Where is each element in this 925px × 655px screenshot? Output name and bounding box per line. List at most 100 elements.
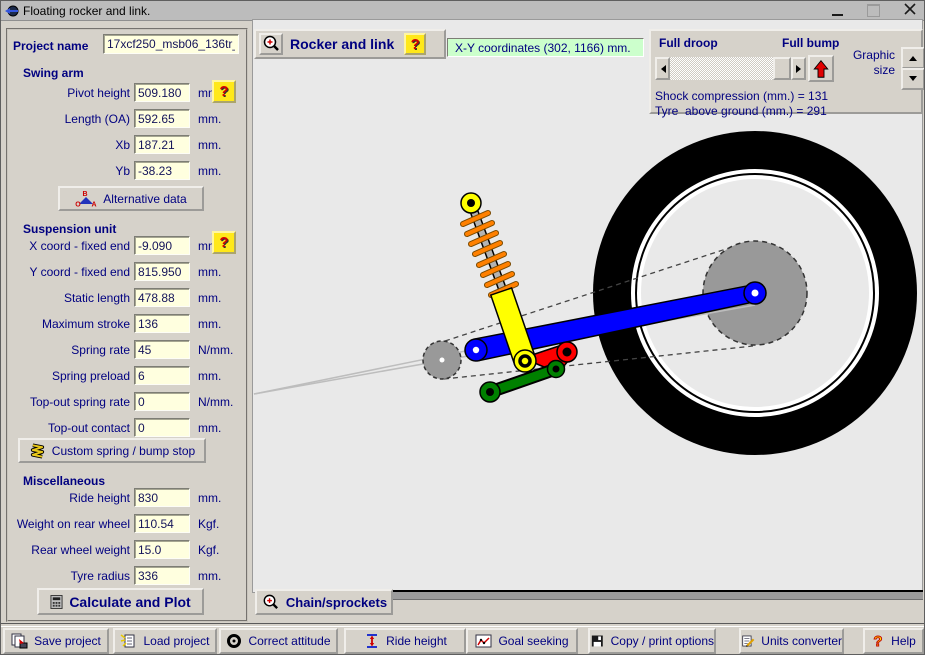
yb-input[interactable] <box>134 161 190 180</box>
field-label: Maximum stroke <box>8 317 130 331</box>
suspension-help-button[interactable]: ? <box>212 231 236 254</box>
length-oa-input[interactable] <box>134 109 190 128</box>
chain-sprockets-button[interactable]: Chain/sprockets <box>255 589 393 615</box>
magnifier-icon <box>261 593 280 612</box>
suspension-unit-header: Suspension unit <box>23 222 116 236</box>
swing-arm-help-button[interactable]: ? <box>212 80 236 103</box>
unit-label: mm. <box>198 491 221 505</box>
alternative-data-label: Alternative data <box>103 192 186 206</box>
field-label: Ride height <box>8 491 130 505</box>
ride-height-button[interactable]: Ride height <box>344 628 466 654</box>
unit-label: mm. <box>198 317 221 331</box>
left-arrow-icon <box>657 65 666 73</box>
size-down-button[interactable] <box>901 68 925 90</box>
scroll-left-button[interactable] <box>655 57 670 80</box>
project-name-input[interactable] <box>103 34 239 54</box>
close-button[interactable] <box>904 2 916 20</box>
maximize-button[interactable] <box>867 4 880 17</box>
xb-input[interactable] <box>134 135 190 154</box>
question-icon: ? <box>411 36 420 53</box>
field-label: Pivot height <box>8 86 130 100</box>
field-row: Ride height mm. <box>6 488 248 509</box>
correct-attitude-button[interactable]: Correct attitude <box>219 628 338 654</box>
units-converter-icon <box>741 633 755 649</box>
unit-label: Kgf. <box>198 517 219 531</box>
chain-sprockets-label: Chain/sprockets <box>286 595 387 610</box>
down-arrow-icon <box>909 76 917 85</box>
units-converter-button[interactable]: Units converter <box>739 628 844 654</box>
field-row: Static length mm. <box>6 288 248 309</box>
unit-label: mm. <box>198 291 221 305</box>
field-label: Spring rate <box>8 343 130 357</box>
rear-wheel-weight-on-input[interactable] <box>134 514 190 533</box>
up-arrow-icon <box>909 52 917 61</box>
swing-arm-header: Swing arm <box>23 66 84 80</box>
alternative-data-button[interactable]: B O A Alternative data <box>58 186 204 211</box>
unit-label: mm. <box>198 265 221 279</box>
topout-contact-input[interactable] <box>134 418 190 437</box>
help-label: Help <box>891 634 916 648</box>
svg-text:B: B <box>83 191 88 198</box>
floppy-disk-icon <box>590 633 605 649</box>
goal-seeking-button[interactable]: Goal seeking <box>466 628 578 654</box>
ride-height-icon <box>363 633 380 649</box>
topout-spring-rate-input[interactable] <box>134 392 190 411</box>
field-label: Y coord - fixed end <box>8 265 130 279</box>
view-help-button[interactable]: ? <box>404 33 426 55</box>
droop-bump-panel: Full droop Full bump Graphic size Shock … <box>649 29 923 114</box>
unit-label: N/mm. <box>198 343 233 357</box>
bottom-separator-bar <box>392 590 923 600</box>
shock-compression-status: Shock compression (mm.) = 131 <box>655 89 828 103</box>
field-row: Y coord - fixed end mm. <box>6 262 248 283</box>
load-project-button[interactable]: Load project <box>113 628 217 654</box>
copy-print-options-label: Copy / print options <box>611 634 714 648</box>
svg-text:A: A <box>92 202 97 208</box>
custom-spring-button[interactable]: Custom spring / bump stop <box>18 438 206 463</box>
window-title: Floating rocker and link. <box>23 4 150 18</box>
maximum-stroke-input[interactable] <box>134 314 190 333</box>
toolbar-separator <box>1 623 924 627</box>
tyre-ground-status: Tyre above ground (mm.) = 291 <box>655 104 827 118</box>
size-up-button[interactable] <box>901 47 925 69</box>
zoom-rocker-button[interactable] <box>259 33 283 55</box>
field-row: Xb mm. <box>6 135 248 156</box>
view-tab-label: Rocker and link <box>290 36 394 52</box>
spring-preload-input[interactable] <box>134 366 190 385</box>
field-label: Spring preload <box>8 369 130 383</box>
pivot-height-input[interactable] <box>134 83 190 102</box>
field-row: Length (OA) mm. <box>6 109 248 130</box>
field-label: Length (OA) <box>8 112 130 126</box>
field-label: Xb <box>8 138 130 152</box>
shock-bottom-eye <box>514 350 536 372</box>
tyre-radius-input[interactable] <box>134 566 190 585</box>
x-fixed-end-input[interactable] <box>134 236 190 255</box>
save-project-button[interactable]: Save project <box>3 628 109 654</box>
help-icon: ? <box>871 633 885 649</box>
scrollbar-thumb[interactable] <box>773 57 791 80</box>
spring-rate-input[interactable] <box>134 340 190 359</box>
load-project-label: Load project <box>143 634 209 648</box>
help-button[interactable]: ? Help <box>863 628 924 654</box>
correct-attitude-icon <box>226 633 242 649</box>
unit-label: N/mm. <box>198 395 233 409</box>
copy-print-options-button[interactable]: Copy / print options <box>588 628 716 654</box>
field-row: Maximum stroke mm. <box>6 314 248 335</box>
ride-height-input[interactable] <box>134 488 190 507</box>
field-row: Spring rate N/mm. <box>6 340 248 361</box>
field-label: Top-out contact <box>8 421 130 435</box>
field-label: Weight on rear wheel <box>8 517 130 531</box>
save-project-label: Save project <box>34 634 101 648</box>
static-length-input[interactable] <box>134 288 190 307</box>
rear-wheel-weight-input[interactable] <box>134 540 190 559</box>
calculator-icon <box>50 594 63 610</box>
minimize-icon <box>832 14 843 16</box>
unit-label: mm. <box>198 421 221 435</box>
right-arrow-icon <box>796 65 805 73</box>
minimize-button[interactable] <box>832 5 843 16</box>
xy-coordinates-text: X-Y coordinates (302, 1166) mm. <box>455 41 631 55</box>
field-row: Weight on rear wheel Kgf. <box>6 514 248 535</box>
calculate-and-plot-button[interactable]: Calculate and Plot <box>37 588 204 615</box>
y-fixed-end-input[interactable] <box>134 262 190 281</box>
scroll-right-button[interactable] <box>791 57 806 80</box>
svg-text:?: ? <box>874 633 883 649</box>
